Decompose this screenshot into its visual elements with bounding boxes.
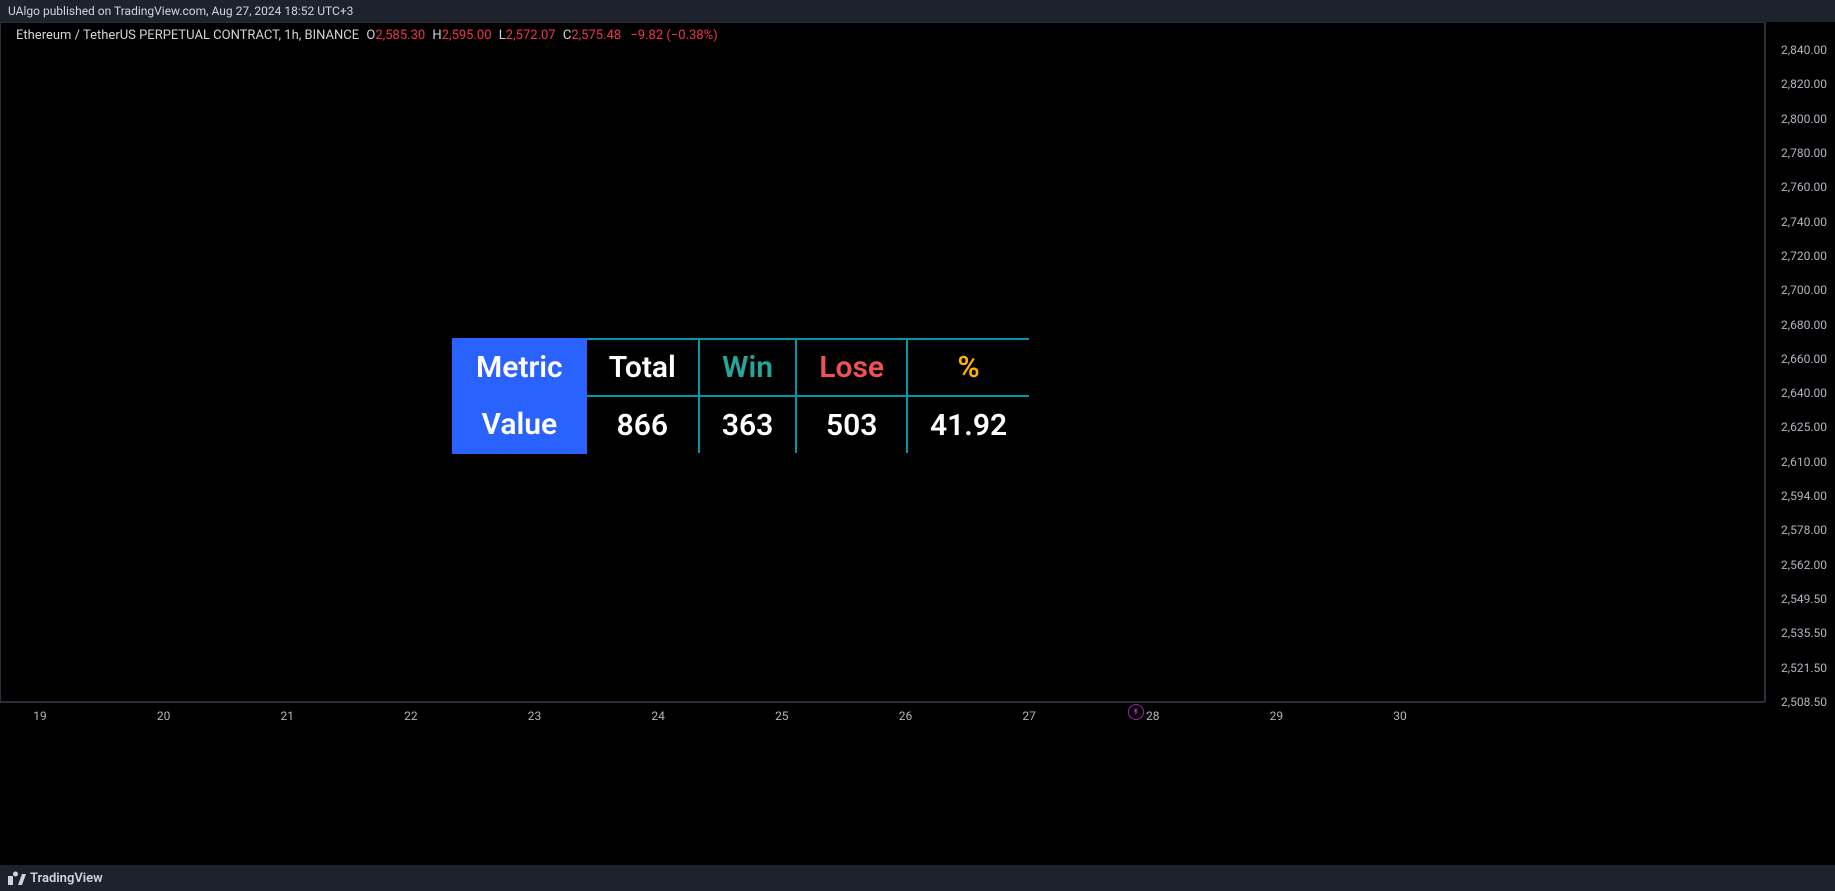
y-axis-tick: 2,640.00 bbox=[1781, 386, 1827, 400]
y-axis-tick: 2,508.50 bbox=[1781, 695, 1827, 709]
tv-logo-icon bbox=[8, 871, 26, 885]
y-axis-tick: 2,549.50 bbox=[1781, 592, 1827, 606]
x-axis-tick: 25 bbox=[775, 709, 789, 723]
y-axis-tick: 2,594.00 bbox=[1781, 489, 1827, 503]
y-axis-tick: 2,680.00 bbox=[1781, 318, 1827, 332]
x-axis-tick: 27 bbox=[1022, 709, 1036, 723]
y-axis-tick: 2,535.50 bbox=[1781, 626, 1827, 640]
x-axis-tick: 20 bbox=[157, 709, 171, 723]
value-pct: 41.92 bbox=[907, 396, 1029, 453]
value-label: Value bbox=[453, 396, 586, 453]
ohlc-l-value: 2,572.07 bbox=[506, 28, 556, 43]
y-axis-tick: 2,820.00 bbox=[1781, 77, 1827, 91]
y-axis-tick: 2,562.00 bbox=[1781, 558, 1827, 572]
x-axis-tick: 30 bbox=[1393, 709, 1407, 723]
ohlc-h-value: 2,595.00 bbox=[442, 28, 492, 43]
y-axis-tick: 2,578.00 bbox=[1781, 523, 1827, 537]
bottom-bar: TradingView bbox=[0, 865, 1835, 891]
ohlc-change: −9.82 (−0.38%) bbox=[630, 28, 717, 43]
y-axis-tick: 2,521.50 bbox=[1781, 661, 1827, 675]
y-axis-tick: 2,610.00 bbox=[1781, 455, 1827, 469]
tradingview-logo[interactable]: TradingView bbox=[8, 871, 103, 886]
chart-area[interactable]: Ethereum / TetherUS PERPETUAL CONTRACT, … bbox=[0, 22, 1835, 730]
ohlc-o-value: 2,585.30 bbox=[375, 28, 425, 43]
metrics-table: Metric Total Win Lose % Value 866 363 50… bbox=[452, 338, 1029, 454]
y-axis-tick: 2,780.00 bbox=[1781, 146, 1827, 160]
y-axis-tick: 2,800.00 bbox=[1781, 112, 1827, 126]
x-axis-tick: 28 bbox=[1146, 709, 1160, 723]
win-header: Win bbox=[699, 339, 796, 396]
ohlc-l-label: L bbox=[499, 28, 506, 43]
x-axis-tick: 24 bbox=[651, 709, 665, 723]
publish-text: UAlgo published on TradingView.com, Aug … bbox=[8, 4, 353, 18]
y-axis-tick: 2,720.00 bbox=[1781, 249, 1827, 263]
x-axis-tick: 21 bbox=[281, 709, 295, 723]
value-total: 866 bbox=[586, 396, 699, 453]
value-lose: 503 bbox=[796, 396, 907, 453]
x-axis-tick: 23 bbox=[528, 709, 542, 723]
y-axis-tick: 2,700.00 bbox=[1781, 283, 1827, 297]
symbol-name: Ethereum / TetherUS PERPETUAL CONTRACT, … bbox=[16, 28, 359, 43]
value-win: 363 bbox=[699, 396, 796, 453]
total-header: Total bbox=[586, 339, 699, 396]
x-axis-tick: 19 bbox=[33, 709, 47, 723]
lose-header: Lose bbox=[796, 339, 907, 396]
metric-header: Metric bbox=[453, 339, 586, 396]
metrics-value-row: Value 866 363 503 41.92 bbox=[453, 396, 1029, 453]
publish-banner: UAlgo published on TradingView.com, Aug … bbox=[0, 0, 1835, 22]
ohlc-c-value: 2,575.48 bbox=[571, 28, 621, 43]
symbol-info: Ethereum / TetherUS PERPETUAL CONTRACT, … bbox=[16, 28, 718, 43]
pct-header: % bbox=[907, 339, 1029, 396]
metrics-header-row: Metric Total Win Lose % bbox=[453, 339, 1029, 396]
x-axis-tick: 22 bbox=[404, 709, 418, 723]
y-axis-tick: 2,740.00 bbox=[1781, 215, 1827, 229]
tv-brand-text: TradingView bbox=[30, 871, 103, 886]
price-axis[interactable]: 2,840.00 2,820.00 2,800.00 2,780.00 2,760.00… bbox=[1765, 22, 1835, 702]
spacer bbox=[0, 730, 1835, 865]
y-axis-tick: 2,625.00 bbox=[1781, 420, 1827, 434]
x-axis-tick: 26 bbox=[899, 709, 913, 723]
y-axis-tick: 2,760.00 bbox=[1781, 180, 1827, 194]
x-axis-tick: 29 bbox=[1270, 709, 1284, 723]
ohlc-h-label: H bbox=[432, 28, 441, 43]
flash-icon[interactable] bbox=[1128, 704, 1144, 720]
time-axis[interactable]: 19 20 21 22 23 24 25 26 27 28 29 30 bbox=[0, 702, 1765, 730]
y-axis-tick: 2,840.00 bbox=[1781, 43, 1827, 57]
y-axis-tick: 2,660.00 bbox=[1781, 352, 1827, 366]
